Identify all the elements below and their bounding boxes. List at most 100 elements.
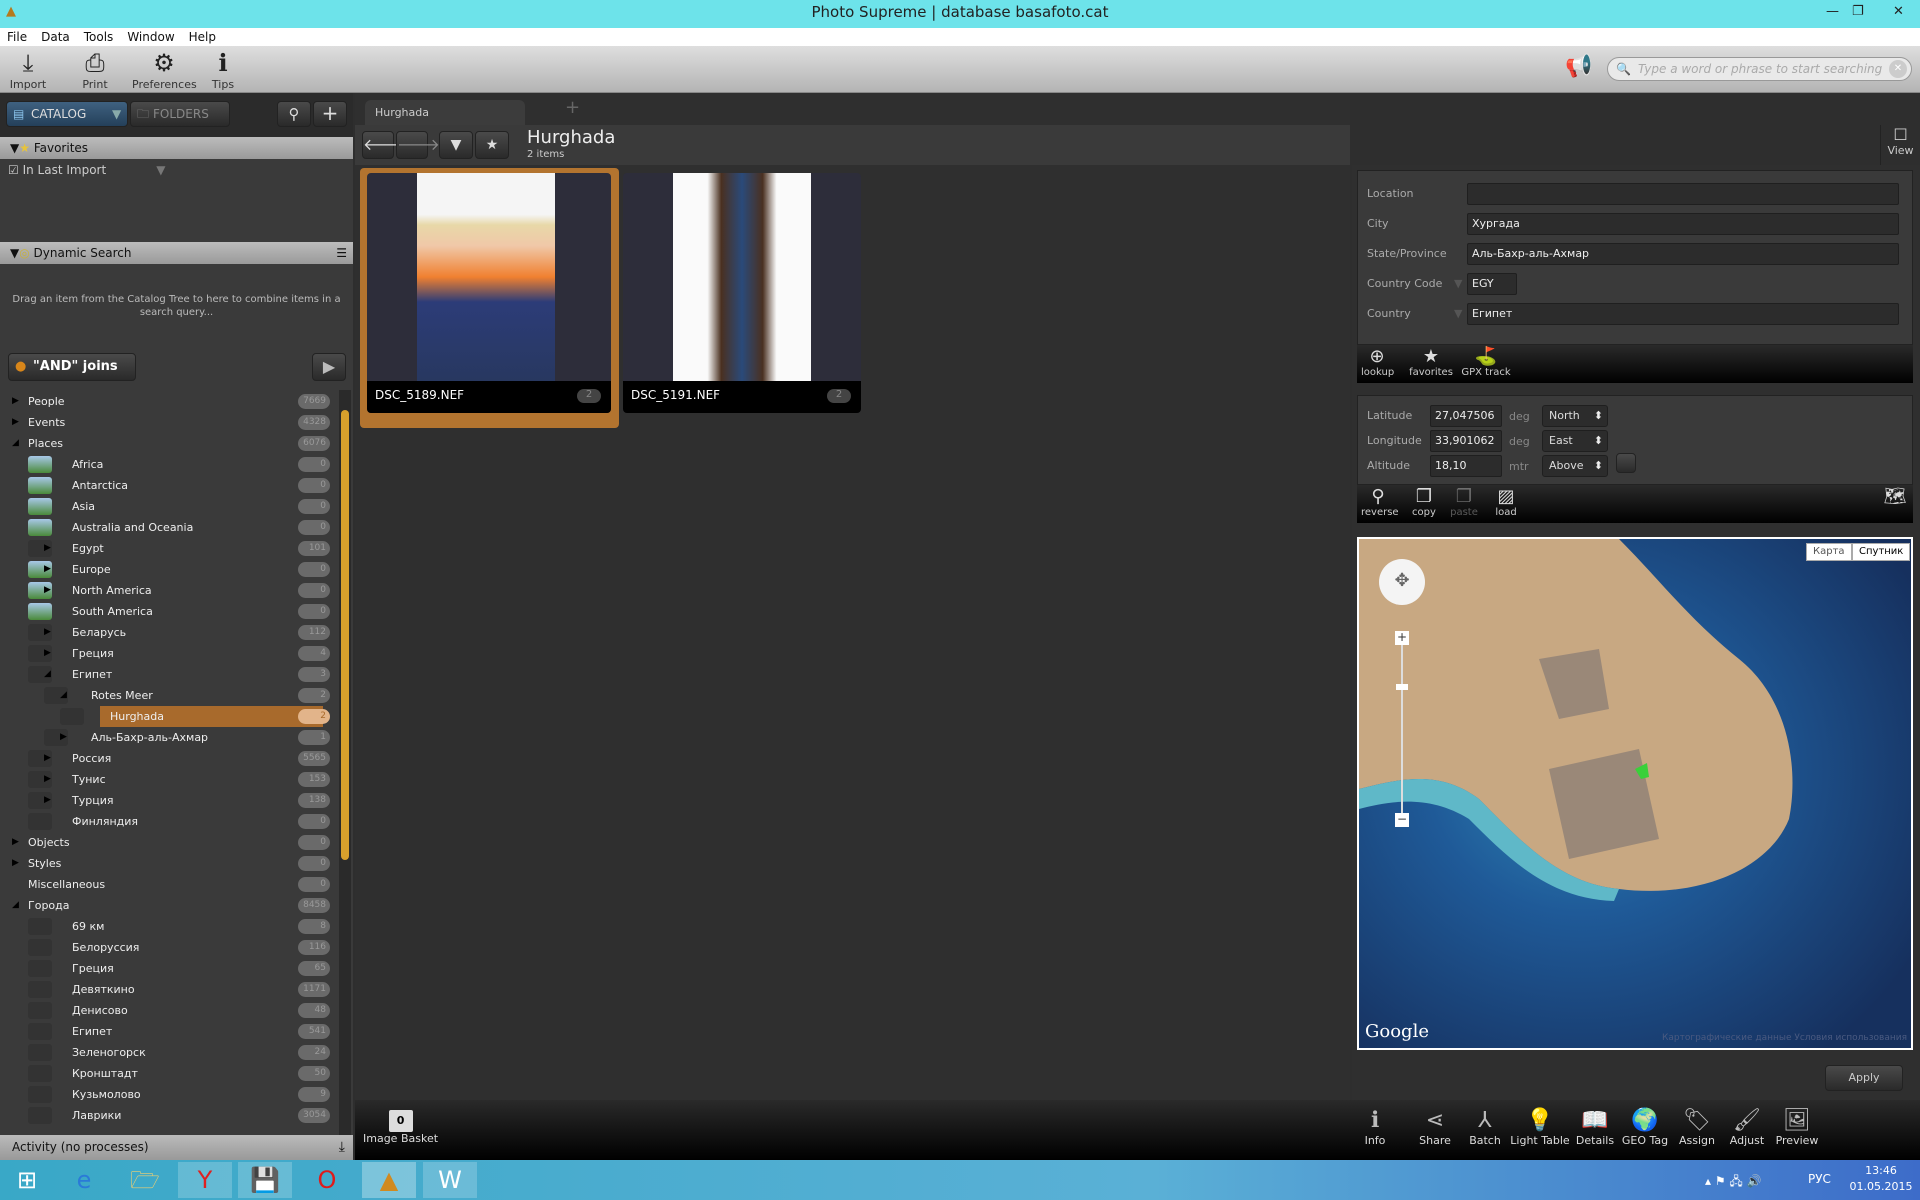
tree-item[interactable]: ◢ Египет 3 bbox=[0, 664, 340, 685]
expand-icon[interactable]: ▶ bbox=[44, 538, 51, 559]
menu-icon[interactable]: ☰ bbox=[336, 242, 347, 264]
tree-item[interactable]: Australia and Oceania 0 bbox=[0, 517, 340, 538]
expand-icon[interactable]: ▶ bbox=[44, 643, 51, 664]
and-joins-toggle[interactable]: ● "AND" joins bbox=[8, 353, 136, 381]
lookup-button[interactable]: ⊕ lookup bbox=[1361, 347, 1394, 379]
tree-item[interactable]: ▶ Europe 0 bbox=[0, 559, 340, 580]
copy-button[interactable]: ❐ copy bbox=[1409, 487, 1439, 519]
apply-button[interactable]: Apply bbox=[1825, 1065, 1903, 1091]
light-table-button[interactable]: 💡 Light Table bbox=[1510, 1108, 1570, 1147]
location-field[interactable] bbox=[1467, 183, 1899, 205]
tree-item[interactable]: ◢ Города 8458 bbox=[0, 895, 340, 916]
tree-item[interactable]: Греция 65 bbox=[0, 958, 340, 979]
expand-icon[interactable]: ▶ bbox=[12, 832, 19, 853]
view-button[interactable]: ☐ View bbox=[1880, 125, 1920, 165]
tree-item[interactable]: ▶ Аль-Бахр-аль-Ахмар 1 bbox=[0, 727, 340, 748]
tree-item[interactable]: Кузьмолово 9 bbox=[0, 1084, 340, 1105]
world-map-button[interactable]: 🗺 bbox=[1881, 487, 1909, 507]
clock[interactable]: 13:46 01.05.2015 bbox=[1846, 1163, 1916, 1195]
menu-data[interactable]: Data bbox=[34, 28, 77, 44]
tray-icons[interactable]: ▴ ⚑ 🖧 🔊 bbox=[1705, 1172, 1762, 1193]
latitude-ref-select[interactable]: North bbox=[1542, 405, 1608, 427]
altitude-icon-button[interactable] bbox=[1616, 453, 1636, 473]
tree-item[interactable]: Денисово 48 bbox=[0, 1000, 340, 1021]
folders-tab[interactable]: 🗀 FOLDERS bbox=[130, 101, 230, 127]
clear-search-icon[interactable]: ✕ bbox=[1889, 60, 1907, 78]
language-indicator[interactable]: РУС bbox=[1808, 1172, 1831, 1186]
explorer-icon[interactable]: 🗁 bbox=[118, 1162, 172, 1198]
zoom-in-button[interactable]: + bbox=[1395, 631, 1409, 645]
start-icon[interactable]: ⊞ bbox=[0, 1162, 54, 1198]
geo-tag-button[interactable]: 🌍 GEO Tag bbox=[1615, 1108, 1675, 1147]
menu-help[interactable]: Help bbox=[182, 28, 223, 44]
tree-item[interactable]: Antarctica 0 bbox=[0, 475, 340, 496]
altitude-ref-select[interactable]: Above bbox=[1542, 455, 1608, 477]
map-type-satellite[interactable]: Спутник bbox=[1852, 543, 1911, 561]
collapse-icon[interactable]: ◢ bbox=[60, 685, 67, 706]
tab-hurghada[interactable]: Hurghada bbox=[365, 100, 525, 125]
yandex-icon[interactable]: Y bbox=[178, 1162, 232, 1198]
tree-scrollbar[interactable] bbox=[339, 390, 351, 1135]
expand-icon[interactable]: ▶ bbox=[44, 769, 51, 790]
state-province-field[interactable]: Аль-Бахр-аль-Ахмар bbox=[1467, 243, 1899, 265]
tree-item[interactable]: Лаврики 3054 bbox=[0, 1105, 340, 1126]
country-code-field[interactable]: EGY bbox=[1467, 273, 1517, 295]
reverse-button[interactable]: ⚲ reverse bbox=[1361, 487, 1399, 519]
map-attribution[interactable]: Картографические данные Условия использо… bbox=[1662, 1033, 1907, 1043]
run-search-button[interactable]: ▶ bbox=[312, 353, 346, 381]
paste-button[interactable]: ❐ paste bbox=[1449, 487, 1479, 519]
menu-window[interactable]: Window bbox=[120, 28, 181, 44]
scrollbar-thumb[interactable] bbox=[341, 410, 349, 860]
expand-icon[interactable]: ▶ bbox=[44, 580, 51, 601]
forward-button[interactable]: 🡒 bbox=[396, 131, 440, 159]
expand-icon[interactable]: ▶ bbox=[44, 622, 51, 643]
tree-item[interactable]: 69 км 8 bbox=[0, 916, 340, 937]
expand-icon[interactable]: ▶ bbox=[60, 727, 67, 748]
tips-button[interactable]: ℹ Tips bbox=[208, 48, 238, 91]
save-app-icon[interactable]: 💾 bbox=[238, 1162, 292, 1198]
chevron-down-icon[interactable]: ▼ bbox=[1454, 307, 1462, 320]
ie-icon[interactable]: e bbox=[57, 1162, 111, 1198]
tree-item[interactable]: Зеленогорск 24 bbox=[0, 1042, 340, 1063]
tree-item[interactable]: ▶ Тунис 153 bbox=[0, 769, 340, 790]
chevron-down-icon[interactable]: ▼ bbox=[156, 163, 165, 177]
add-tab-button[interactable]: + bbox=[565, 97, 580, 118]
tree-item[interactable]: Miscellaneous 0 bbox=[0, 874, 340, 895]
tree-item[interactable]: ▶ Беларусь 112 bbox=[0, 622, 340, 643]
restore-button[interactable]: ❐ bbox=[1852, 0, 1864, 24]
chevron-down-icon[interactable]: ▼ bbox=[112, 102, 121, 126]
tree-item[interactable]: Asia 0 bbox=[0, 496, 340, 517]
altitude-input[interactable]: 18,10 bbox=[1430, 455, 1502, 477]
tree-item[interactable]: Белоруссия 116 bbox=[0, 937, 340, 958]
city-field[interactable]: Хургада bbox=[1467, 213, 1899, 235]
collapse-icon[interactable]: ◢ bbox=[44, 664, 51, 685]
tree-item[interactable]: ▶ Турция 138 bbox=[0, 790, 340, 811]
expand-icon[interactable]: ▶ bbox=[44, 748, 51, 769]
thumbnail[interactable]: DSC_5191.NEF 2 bbox=[623, 173, 861, 413]
add-button[interactable]: + bbox=[313, 101, 347, 127]
photo-supreme-icon[interactable]: ▲ bbox=[362, 1162, 416, 1198]
expand-icon[interactable]: ▶ bbox=[12, 853, 19, 874]
tree-item[interactable]: ▶ Россия 5565 bbox=[0, 748, 340, 769]
map-type-map[interactable]: Карта bbox=[1806, 543, 1852, 561]
close-button[interactable]: ✕ bbox=[1893, 0, 1904, 24]
zoom-thumb[interactable] bbox=[1396, 684, 1408, 690]
favorites-button[interactable]: ★ favorites bbox=[1409, 347, 1453, 379]
menu-tools[interactable]: Tools bbox=[77, 28, 121, 44]
map-view[interactable]: ✥ + − Карта Спутник Google Картографичес… bbox=[1357, 537, 1913, 1050]
favorites-header[interactable]: ▼★ Favorites bbox=[0, 137, 353, 159]
thumbnail[interactable]: DSC_5189.NEF 2 bbox=[367, 173, 611, 413]
tree-item[interactable]: Hurghada 2 bbox=[0, 706, 340, 727]
preferences-button[interactable]: ⚙ Preferences bbox=[132, 48, 197, 91]
favorite-button[interactable]: ★ bbox=[475, 131, 509, 159]
print-button[interactable]: ⎙ Print bbox=[75, 48, 115, 91]
expand-icon[interactable]: ▶ bbox=[44, 559, 51, 580]
menu-file[interactable]: File bbox=[0, 28, 34, 44]
tree-item[interactable]: ▶ Styles 0 bbox=[0, 853, 340, 874]
expand-activity-icon[interactable]: ⤓ bbox=[339, 1135, 345, 1160]
tree-item[interactable]: ▶ Events 4328 bbox=[0, 412, 340, 433]
tree-item[interactable]: ▶ Греция 4 bbox=[0, 643, 340, 664]
tree-item[interactable]: ▶ Egypt 101 bbox=[0, 538, 340, 559]
dynamic-search-header[interactable]: ▼◎ Dynamic Search ☰ bbox=[0, 242, 353, 264]
gpx-track-button[interactable]: ⛳ GPX track bbox=[1461, 347, 1511, 379]
